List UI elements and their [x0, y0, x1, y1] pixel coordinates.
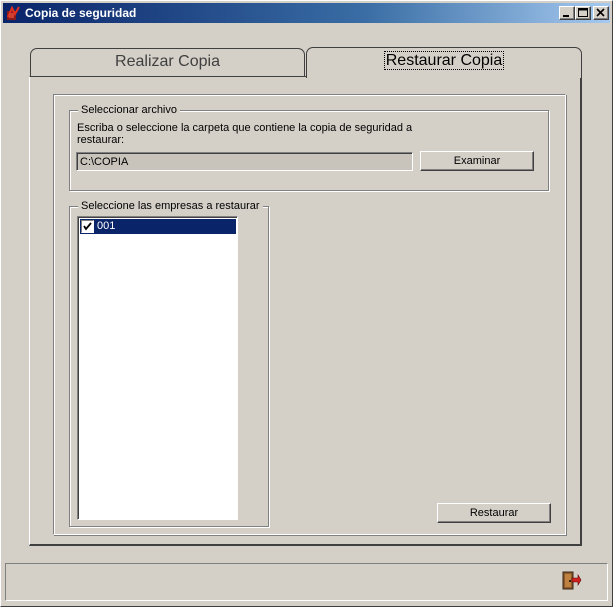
close-button[interactable] — [593, 6, 609, 20]
companies-listbox[interactable]: 001 — [77, 216, 238, 520]
backup-app-icon — [6, 5, 22, 21]
title-bar[interactable]: Copia de seguridad — [3, 3, 610, 23]
maximize-icon — [578, 8, 588, 17]
company-checkbox[interactable] — [81, 220, 94, 233]
tab-label: Realizar Copia — [115, 53, 220, 70]
tab-realizar-copia[interactable]: Realizar Copia — [30, 48, 305, 77]
browse-button[interactable]: Examinar — [420, 151, 534, 171]
minimize-icon — [563, 15, 569, 17]
main-window: Copia de seguridad Realizar Copia Restau… — [0, 0, 613, 607]
status-bar — [5, 563, 608, 601]
list-item[interactable]: 001 — [80, 219, 236, 234]
maximize-button[interactable] — [575, 6, 591, 20]
companies-group-label: Seleccione las empresas a restaurar — [78, 200, 263, 212]
exit-button[interactable] — [557, 568, 582, 592]
instruction-text-line1: Escriba o seleccione la carpeta que cont… — [77, 122, 413, 134]
select-file-group-label: Seleccionar archivo — [78, 104, 180, 116]
company-label: 001 — [97, 220, 116, 232]
tab-restaurar-copia[interactable]: Restaurar Copia — [306, 47, 582, 78]
instruction-text-line2: restaurar: — [77, 134, 125, 146]
window-title: Copia de seguridad — [25, 6, 137, 20]
checkmark-icon — [83, 222, 92, 231]
restore-button[interactable]: Restaurar — [437, 503, 551, 523]
exit-door-icon — [562, 571, 582, 590]
minimize-button[interactable] — [559, 6, 575, 20]
restore-button-label: Restaurar — [469, 507, 519, 519]
backup-folder-input[interactable]: C:\COPIA — [76, 152, 413, 171]
browse-button-label: Examinar — [453, 155, 501, 167]
close-icon — [596, 8, 605, 17]
tab-label: Restaurar Copia — [383, 51, 505, 70]
